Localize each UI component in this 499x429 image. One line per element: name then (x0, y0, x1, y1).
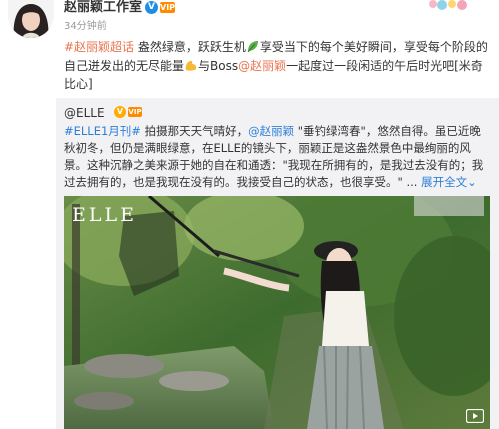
elle-logo: ELLE (72, 204, 137, 226)
repost-photo[interactable]: ELLE (64, 196, 490, 429)
video-play-icon[interactable] (466, 409, 484, 423)
topic-link[interactable]: #赵丽颖超话 (64, 40, 134, 54)
repost-card[interactable]: @ELLE V VIP #ELLE1月刊# 拍摄那天天气晴好，@赵丽颖 "垂钓绿… (56, 98, 499, 429)
expand-label: 展开全文 (421, 175, 468, 189)
repost-text: #ELLE1月刊# 拍摄那天天气晴好，@赵丽颖 "垂钓绿湾春"，悠然自得。虽已近… (64, 123, 492, 191)
repost-text-part: 拍摄那天天气晴好， (140, 124, 249, 138)
repost-author[interactable]: @ELLE (64, 105, 105, 121)
mention-link[interactable]: @赵丽颖 (238, 59, 286, 73)
verified-icon: V (145, 1, 158, 14)
decor-card-icon (429, 0, 467, 10)
photo-scene (64, 196, 490, 429)
post-text-part: 与Boss (198, 58, 239, 73)
author-avatar[interactable] (8, 0, 54, 38)
post-timestamp[interactable]: 34分钟前 (64, 20, 107, 33)
chevron-down-icon: ⌄ (467, 175, 477, 189)
muscle-emoji-icon (185, 60, 197, 71)
post-text: #赵丽颖超话 盎然绿意，跃跃生机 享受当下的每个美好瞬间，享受每个阶段的自己迸发出… (64, 38, 492, 94)
repost-mention-link[interactable]: @赵丽颖 (248, 124, 294, 138)
expand-full-text-link[interactable]: 展开全文⌄ (421, 175, 477, 189)
leaf-emoji-icon (247, 41, 258, 53)
repost-verified-icon: V (114, 106, 126, 118)
author-name[interactable]: 赵丽颖工作室 (64, 0, 142, 16)
post-text-part: 盎然绿意，跃跃生机 (134, 40, 246, 54)
repost-vip-badge-icon: VIP (128, 107, 142, 117)
weibo-post: 赵丽颖工作室 V VIP 34分钟前 #赵丽颖超话 盎然绿意，跃跃生机 享受当下的… (0, 0, 499, 429)
vip-badge-icon: VIP (160, 2, 176, 13)
repost-topic-link[interactable]: #ELLE1月刊# (64, 124, 141, 138)
